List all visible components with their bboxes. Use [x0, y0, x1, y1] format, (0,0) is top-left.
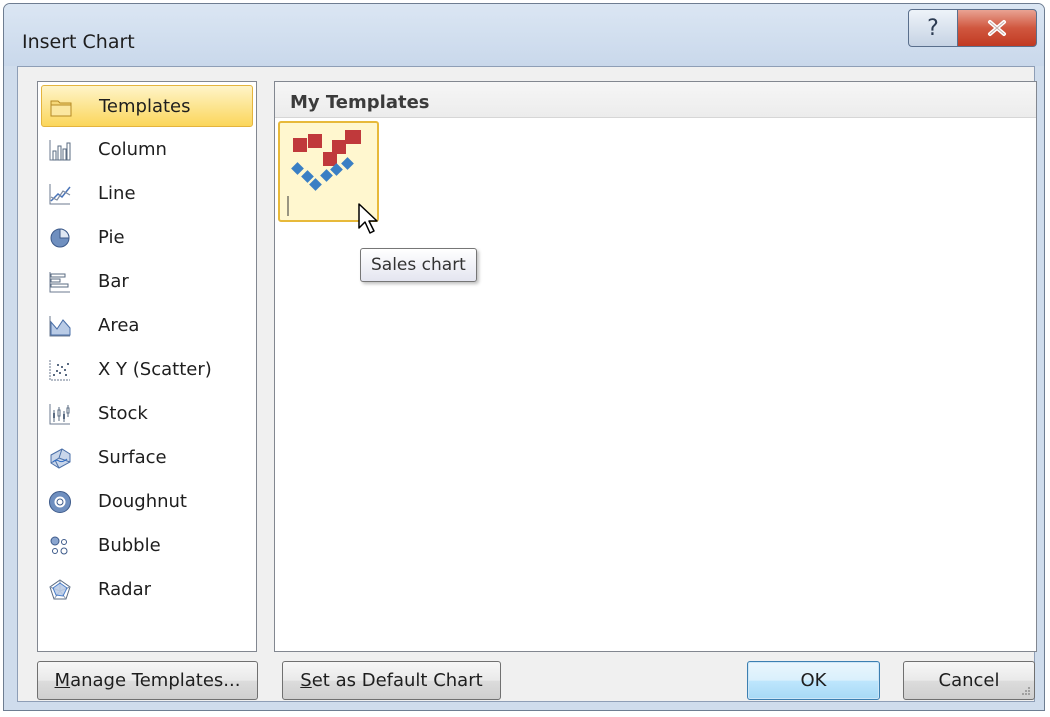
chart-type-label: Radar [98, 579, 151, 600]
chart-type-label: Column [98, 139, 167, 160]
chart-type-label: Line [98, 183, 136, 204]
bar-chart-icon [48, 270, 72, 294]
column-chart-icon [48, 138, 72, 162]
line-chart-icon [48, 182, 72, 206]
chart-type-list: Templates Column Line Pie Bar Area X Y (… [37, 81, 257, 652]
cancel-button[interactable]: Cancel [903, 661, 1035, 700]
insert-chart-dialog: Insert Chart ? Templates Column Line Pie… [3, 3, 1045, 711]
chart-type-label: Area [98, 315, 140, 336]
chart-type-label: Stock [98, 403, 148, 424]
pie-chart-icon [48, 226, 72, 250]
chart-type-radar[interactable]: Radar [41, 569, 253, 611]
chart-type-label: Surface [98, 447, 167, 468]
title-bar: Insert Chart ? [4, 4, 1044, 66]
template-gallery: My Templates [274, 81, 1037, 652]
scatter-chart-icon [48, 358, 72, 382]
folder-icon [49, 95, 73, 119]
chart-type-area[interactable]: Area [41, 305, 253, 347]
chart-type-templates[interactable]: Templates [41, 85, 253, 127]
stock-chart-icon [48, 402, 72, 426]
dialog-body: Templates Column Line Pie Bar Area X Y (… [17, 66, 1037, 702]
help-button[interactable]: ? [908, 9, 958, 47]
chart-type-scatter[interactable]: X Y (Scatter) [41, 349, 253, 391]
section-title: My Templates [290, 92, 430, 113]
manage-templates-button[interactable]: Manage Templates... [37, 661, 258, 700]
chart-type-column[interactable]: Column [41, 129, 253, 171]
chart-type-label: Bubble [98, 535, 161, 556]
chart-type-label: Bar [98, 271, 129, 292]
chart-type-line[interactable]: Line [41, 173, 253, 215]
bubble-chart-icon [48, 534, 72, 558]
section-header: My Templates [275, 82, 1036, 118]
chart-type-bar[interactable]: Bar [41, 261, 253, 303]
close-icon [988, 20, 1006, 36]
chart-type-pie[interactable]: Pie [41, 217, 253, 259]
chart-type-bubble[interactable]: Bubble [41, 525, 253, 567]
help-icon: ? [927, 15, 939, 41]
chart-type-label: X Y (Scatter) [98, 359, 212, 380]
set-as-default-chart-button[interactable]: Set as Default Chart [282, 661, 501, 700]
chart-type-doughnut[interactable]: Doughnut [41, 481, 253, 523]
chart-type-stock[interactable]: Stock [41, 393, 253, 435]
chart-type-label: Doughnut [98, 491, 187, 512]
close-button[interactable] [957, 9, 1037, 47]
radar-chart-icon [48, 578, 72, 602]
dialog-title: Insert Chart [22, 31, 135, 53]
doughnut-chart-icon [48, 490, 72, 514]
mouse-cursor-icon [358, 203, 378, 234]
chart-type-label: Pie [98, 227, 125, 248]
chart-type-surface[interactable]: Surface [41, 437, 253, 479]
template-tooltip: Sales chart [360, 248, 477, 282]
resize-grip-icon[interactable] [1019, 686, 1031, 698]
area-chart-icon [48, 314, 72, 338]
ok-button[interactable]: OK [747, 661, 880, 700]
chart-type-label: Templates [99, 96, 191, 117]
surface-chart-icon [48, 446, 72, 470]
